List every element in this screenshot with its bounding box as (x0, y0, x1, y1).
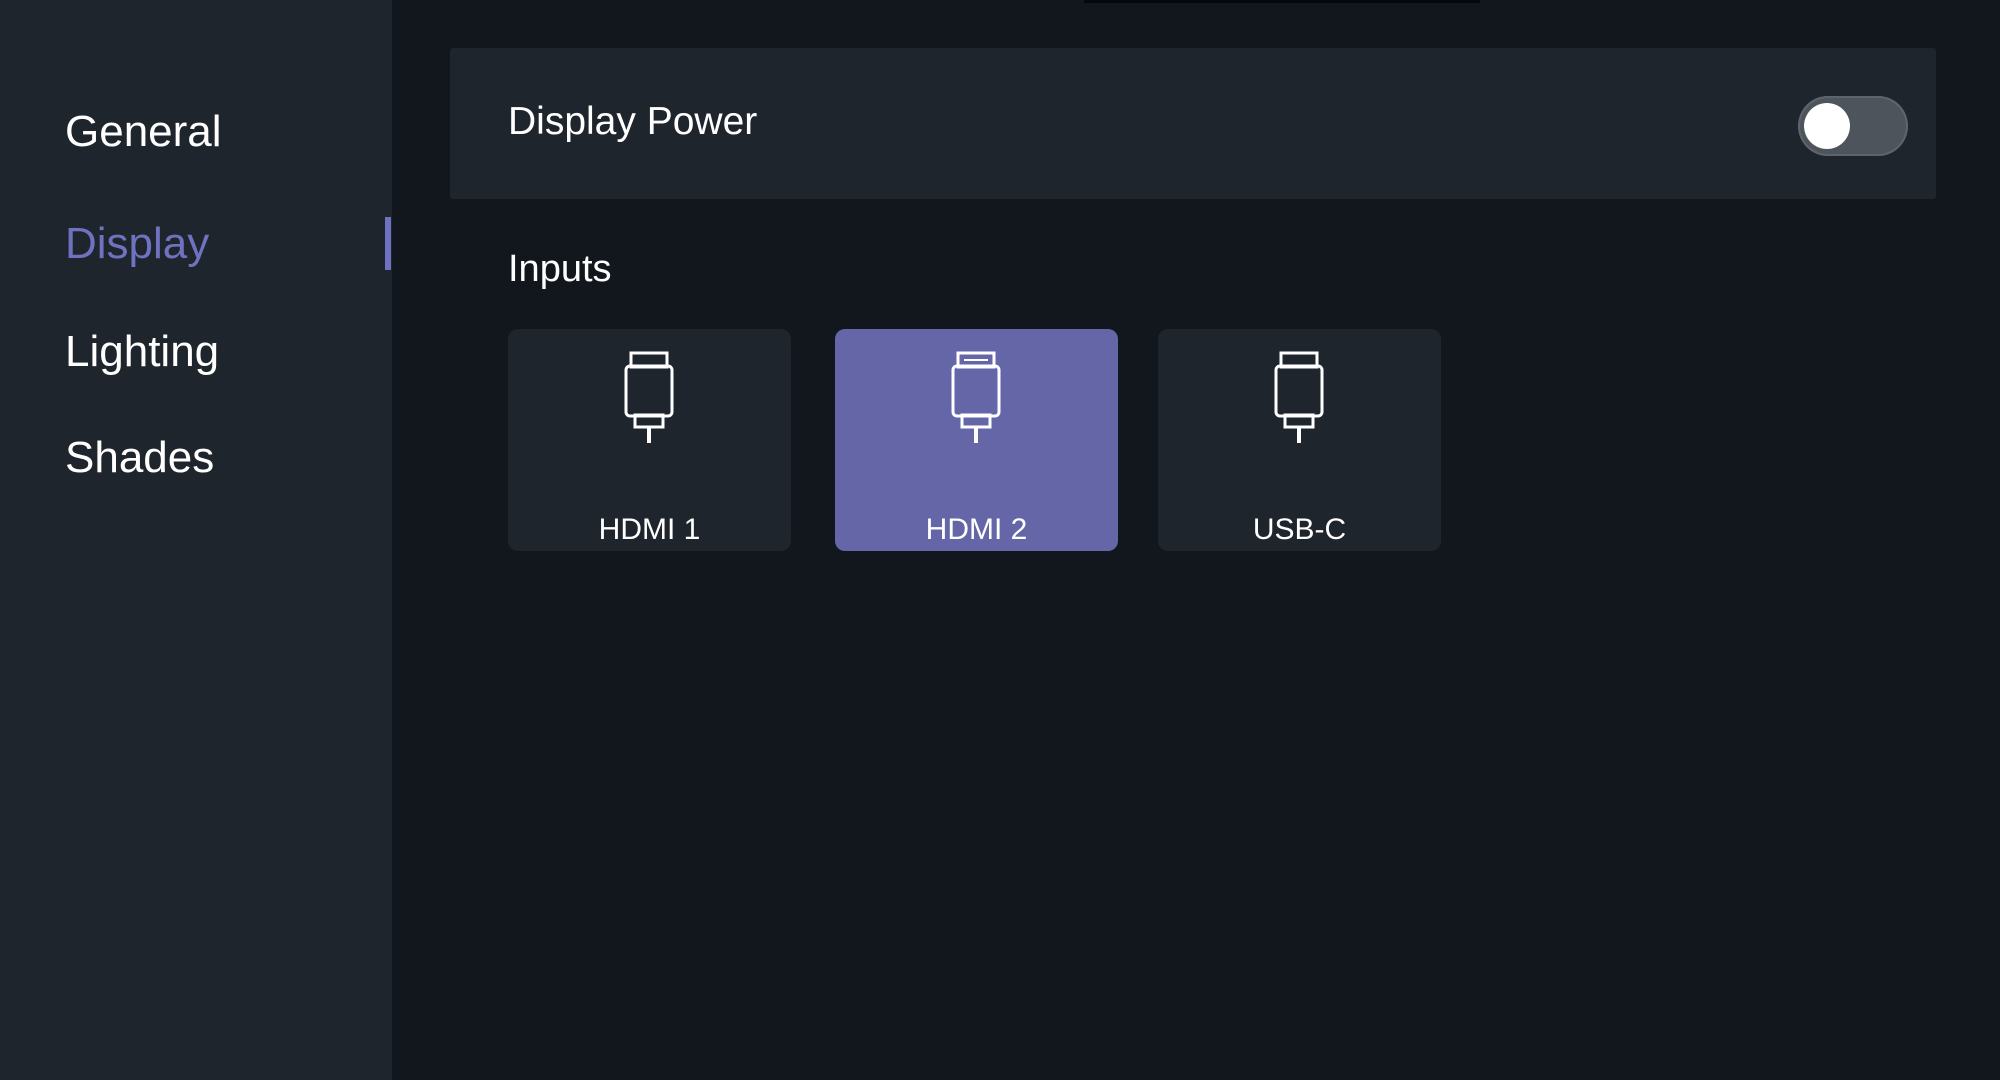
input-card-hdmi1[interactable]: HDMI 1 (508, 329, 791, 551)
sidebar-item-shades[interactable]: Shades (65, 436, 214, 480)
sidebar-item-lighting[interactable]: Lighting (65, 330, 219, 374)
plug-icon (951, 351, 1001, 443)
inputs-heading: Inputs (508, 248, 612, 290)
plug-icon (1274, 351, 1324, 443)
input-label: HDMI 1 (598, 513, 701, 546)
display-power-toggle[interactable] (1798, 96, 1908, 156)
sidebar-item-display[interactable]: Display (65, 222, 209, 266)
active-indicator (385, 217, 391, 270)
sidebar-item-general[interactable]: General (65, 110, 222, 154)
sidebar: General Display Lighting Shades (0, 0, 392, 1080)
input-label: HDMI 2 (925, 513, 1028, 546)
top-edge-bar (1084, 0, 1480, 3)
input-card-hdmi2[interactable]: HDMI 2 (835, 329, 1118, 551)
plug-icon (624, 351, 674, 443)
toggle-knob (1804, 103, 1850, 149)
display-power-row: Display Power (450, 48, 1936, 199)
input-card-usb-c[interactable]: USB-C (1158, 329, 1441, 551)
input-label: USB-C (1252, 513, 1347, 546)
display-power-label: Display Power (508, 100, 758, 143)
